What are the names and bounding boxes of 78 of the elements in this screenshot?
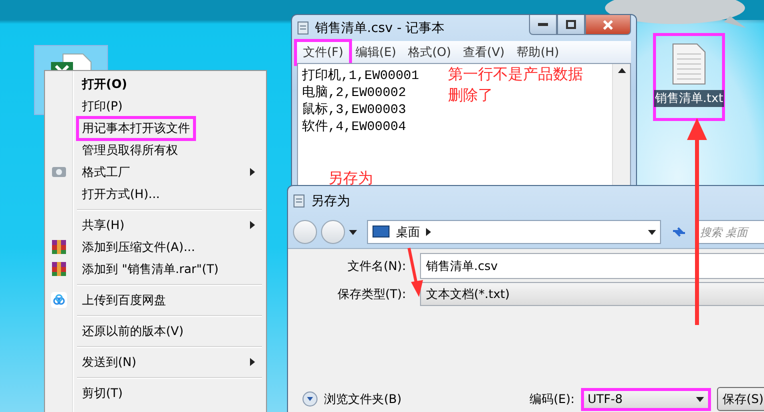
archive-icon xyxy=(51,261,67,277)
browse-folders-toggle[interactable]: 浏览文件夹(B) xyxy=(302,390,402,408)
address-text: 桌面 xyxy=(396,224,420,240)
scroll-up-icon xyxy=(618,68,626,73)
window-title: 销售清单.csv - 记事本 xyxy=(315,20,445,37)
text-line: 电脑,2,EW00002 xyxy=(302,84,408,101)
address-bar[interactable]: 桌面 xyxy=(367,220,661,244)
notepad-icon xyxy=(293,194,305,208)
file-name-label: 销售清单.txt xyxy=(654,90,724,107)
menu-item-label: 还原以前的版本(V) xyxy=(81,322,185,340)
close-button[interactable] xyxy=(585,15,631,35)
menu-item[interactable]: 添加到压缩文件(A)... xyxy=(47,236,264,258)
menu-item-label: 上传到百度网盘 xyxy=(81,292,167,308)
text-line: 鼠标,3,EW00003 xyxy=(302,101,408,118)
menu-item[interactable]: 打开方式(H)... xyxy=(47,183,264,205)
breadcrumb-arrow-icon xyxy=(426,228,431,236)
submenu-arrow-icon xyxy=(250,221,255,229)
menu-bar-item[interactable]: 格式(O) xyxy=(402,42,458,62)
field-label: 保存类型(T): xyxy=(336,286,406,302)
maximize-icon xyxy=(566,20,576,29)
menu-item-label: 用记事本打开该文件 xyxy=(79,118,193,138)
menu-item[interactable]: 格式工厂 xyxy=(47,161,264,183)
expand-icon xyxy=(302,391,318,407)
history-caret-icon xyxy=(349,230,357,234)
menu-item-label: 打开方式(H)... xyxy=(81,186,161,202)
dropdown-caret-icon xyxy=(648,230,656,234)
submenu-arrow-icon xyxy=(250,358,255,366)
desktop-icon[interactable]: 销售清单.txt xyxy=(653,33,725,121)
text-file-icon xyxy=(671,42,707,86)
menu-item[interactable]: 添加到 "销售清单.rar"(T) xyxy=(47,258,264,280)
app-icon xyxy=(51,165,67,179)
dropdown-caret-icon xyxy=(696,396,704,402)
annotation-text: 另存为 xyxy=(328,168,373,188)
menu-item[interactable]: 发送到(N) xyxy=(47,351,264,373)
menu-item[interactable]: 打印(P) xyxy=(47,95,264,117)
menu-item[interactable]: 剪切(T) xyxy=(47,382,264,404)
menu-item[interactable]: 管理员取得所有权 xyxy=(47,139,264,161)
menu-item-label: 管理员取得所有权 xyxy=(81,142,179,158)
menu-bar-item[interactable]: 文件(F) xyxy=(297,42,350,62)
menu-item-label: 打开(O) xyxy=(80,76,128,92)
back-button[interactable] xyxy=(293,220,317,244)
notepad-icon xyxy=(297,21,309,35)
minimize-button[interactable] xyxy=(529,15,557,35)
refresh-icon[interactable] xyxy=(671,225,687,239)
menu-bar-item[interactable]: 编辑(E) xyxy=(349,42,402,62)
menu-item-label: 发送到(N) xyxy=(81,354,138,370)
annotation-text: 第一行不是产品数据 xyxy=(448,64,583,85)
close-icon xyxy=(603,20,613,30)
annotation-text: 删除了 xyxy=(448,85,494,106)
cloud-icon xyxy=(51,292,67,308)
menu-item-label: 打印(P) xyxy=(81,98,124,114)
encoding-dropdown[interactable]: UTF-8 xyxy=(580,388,711,410)
text-line: 软件,4,EW00004 xyxy=(302,118,408,135)
archive-icon xyxy=(51,239,67,255)
menu-item[interactable]: 共享(H) xyxy=(47,214,264,236)
menu-item[interactable]: 用记事本打开该文件 xyxy=(47,117,264,139)
menu-item-label: 剪切(T) xyxy=(81,384,124,402)
menu-item[interactable]: 还原以前的版本(V) xyxy=(47,320,264,342)
menu-item-label: 添加到压缩文件(A)... xyxy=(81,238,196,256)
forward-button[interactable] xyxy=(321,220,345,244)
menu-item[interactable]: 上传到百度网盘 xyxy=(47,289,264,311)
minimize-icon xyxy=(538,22,548,26)
menu-item[interactable]: 打开(O) xyxy=(47,73,264,95)
menu-item-label: 格式工厂 xyxy=(81,164,131,180)
file-name-field[interactable]: 销售清单.csv xyxy=(420,253,764,279)
desktop-icon xyxy=(372,225,390,239)
text-line: 打印机,1,EW00001 xyxy=(302,67,420,84)
field-label: 编码(E): xyxy=(530,390,575,408)
field-label: 文件名(N): xyxy=(346,258,406,274)
menu-bar-item[interactable]: 查看(V) xyxy=(457,42,511,62)
menu-item-label: 添加到 "销售清单.rar"(T) xyxy=(81,260,220,278)
annotation-arrow xyxy=(408,248,423,297)
maximize-button[interactable] xyxy=(557,15,585,35)
save-type-dropdown[interactable]: 文本文档(*.txt) xyxy=(420,282,764,306)
menu-item-label: 共享(H) xyxy=(81,216,126,234)
submenu-arrow-icon xyxy=(250,168,255,176)
save-button[interactable]: 保存(S) xyxy=(716,387,764,411)
menu-bar-item[interactable]: 帮助(H) xyxy=(510,42,565,62)
